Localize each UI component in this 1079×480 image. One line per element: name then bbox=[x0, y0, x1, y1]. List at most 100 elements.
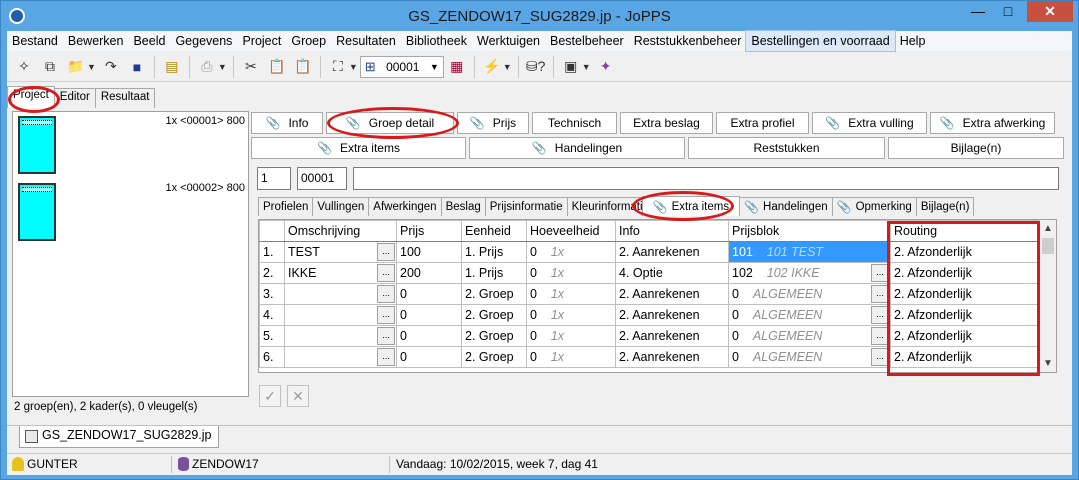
routing-cell[interactable]: 2. Afzonderlijk bbox=[890, 325, 1042, 347]
extra-vulling-button[interactable]: 📎 Extra vulling bbox=[812, 112, 927, 134]
group-index-field[interactable]: 1 bbox=[257, 167, 291, 190]
table-row[interactable]: 5.... 0 2. Groep 0 1x 2. Aanrekenen 0 ALGEMEE… bbox=[259, 325, 1042, 347]
document-tab[interactable]: GS_ZENDOW17_SUG2829.jp bbox=[19, 426, 219, 448]
ellipsis-button[interactable]: ... bbox=[871, 285, 889, 303]
paste-special-icon[interactable]: 📋 bbox=[292, 56, 314, 78]
eenheid-cell[interactable]: 1. Prijs bbox=[461, 241, 527, 263]
column-header-info[interactable]: Info bbox=[615, 220, 729, 242]
info-cell[interactable]: 2. Aanrekenen bbox=[615, 283, 729, 305]
menu-help[interactable]: Help bbox=[895, 31, 931, 51]
scroll-up-icon[interactable]: ▲ bbox=[1040, 220, 1056, 237]
copy-icon[interactable]: ⧉ bbox=[39, 56, 61, 78]
wizard-icon[interactable]: ✦ bbox=[595, 56, 617, 78]
save-icon[interactable]: ■ bbox=[126, 56, 148, 78]
tab-kleurinformatie[interactable]: Kleurinformatie bbox=[566, 197, 643, 216]
group-combo[interactable]: ⊞ 00001 ▼ bbox=[359, 55, 444, 78]
omschrijving-cell[interactable]: IKKE... bbox=[284, 262, 397, 284]
print-dropdown-icon[interactable]: ▼ bbox=[218, 62, 227, 72]
ellipsis-button[interactable]: ... bbox=[871, 348, 889, 366]
prijs-cell[interactable]: 0 bbox=[396, 283, 462, 305]
paste-icon[interactable]: 📋 bbox=[266, 56, 288, 78]
tab-prijsinformatie[interactable]: Prijsinformatie bbox=[484, 197, 568, 216]
column-header-eenheid[interactable]: Eenheid bbox=[461, 220, 527, 242]
routing-cell[interactable]: 2. Afzonderlijk bbox=[890, 346, 1042, 368]
menu-project[interactable]: Project bbox=[237, 31, 286, 51]
menu-groep[interactable]: Groep bbox=[286, 31, 331, 51]
menu-bibliotheek[interactable]: Bibliotheek bbox=[401, 31, 472, 51]
prijs-cell[interactable]: 0 bbox=[396, 304, 462, 326]
column-header-routing[interactable]: Routing bbox=[890, 220, 1042, 242]
tab-resultaat[interactable]: Resultaat bbox=[94, 88, 156, 108]
menu-gegevens[interactable]: Gegevens bbox=[170, 31, 237, 51]
tab-handelingen[interactable]: 📎 Handelingen bbox=[739, 197, 833, 216]
tab-vullingen[interactable]: Vullingen bbox=[312, 197, 370, 216]
hoeveelheid-cell[interactable]: 0 1x bbox=[526, 304, 616, 326]
groep-detail-button[interactable]: 📎 Groep detail bbox=[326, 112, 454, 134]
close-button[interactable]: ✕ bbox=[1027, 1, 1073, 22]
eenheid-cell[interactable]: 1. Prijs bbox=[461, 262, 527, 284]
eenheid-cell[interactable]: 2. Groep bbox=[461, 304, 527, 326]
calculate-dropdown-icon[interactable]: ▼ bbox=[503, 62, 512, 72]
open-folder-icon[interactable]: 📁 bbox=[65, 56, 87, 78]
scroll-down-icon[interactable]: ▼ bbox=[1040, 355, 1056, 372]
tab-bijlagen[interactable]: Bijlage(n) bbox=[915, 197, 975, 216]
table-row[interactable]: 6.... 0 2. Groep 0 1x 2. Aanrekenen 0 ALGEMEE… bbox=[259, 346, 1042, 368]
prijs-cell[interactable]: 0 bbox=[396, 325, 462, 347]
menu-resultaten[interactable]: Resultaten bbox=[331, 31, 401, 51]
hoeveelheid-cell[interactable]: 0 1x bbox=[526, 241, 616, 263]
menu-bewerken[interactable]: Bewerken bbox=[63, 31, 129, 51]
maximize-button[interactable]: □ bbox=[994, 1, 1022, 22]
group-description-field[interactable] bbox=[353, 167, 1059, 190]
ellipsis-button[interactable]: ... bbox=[377, 327, 395, 345]
omschrijving-cell[interactable]: ... bbox=[284, 304, 397, 326]
bijlagen-button[interactable]: Bijlage(n) bbox=[888, 137, 1064, 159]
reststukken-button[interactable]: Reststukken bbox=[688, 137, 885, 159]
info-button[interactable]: 📎 Info bbox=[251, 112, 323, 134]
handelingen-button[interactable]: 📎 Handelingen bbox=[469, 137, 685, 159]
tab-afwerkingen[interactable]: Afwerkingen bbox=[368, 197, 442, 216]
ellipsis-button[interactable]: ... bbox=[377, 264, 395, 282]
vertical-scrollbar[interactable]: ▲ ▼ bbox=[1039, 220, 1056, 372]
prijsblok-cell[interactable]: 0 ALGEMEEN... bbox=[728, 283, 891, 305]
scrollbar-thumb[interactable] bbox=[1042, 238, 1054, 254]
eenheid-cell[interactable]: 2. Groep bbox=[461, 283, 527, 305]
menu-bestellingen-en-voorraad[interactable]: Bestellingen en voorraad bbox=[745, 30, 896, 52]
menu-reststukkenbeheer[interactable]: Reststukkenbeheer bbox=[629, 31, 747, 51]
tab-extra-items[interactable]: 📎 Extra items bbox=[641, 196, 741, 216]
routing-cell[interactable]: 2. Afzonderlijk bbox=[890, 304, 1042, 326]
routing-cell[interactable]: 2. Afzonderlijk bbox=[890, 283, 1042, 305]
info-cell[interactable]: 2. Aanrekenen bbox=[615, 241, 729, 263]
omschrijving-cell[interactable]: ... bbox=[284, 325, 397, 347]
display-dropdown-icon[interactable]: ▼ bbox=[582, 62, 591, 72]
list-item[interactable]: 1x <00002> 800 bbox=[13, 179, 248, 246]
groups-overview-icon[interactable]: ▦ bbox=[446, 56, 468, 78]
column-header-omschrijving[interactable]: Omschrijving bbox=[284, 220, 397, 242]
tab-opmerking[interactable]: 📎 Opmerking bbox=[831, 197, 917, 216]
technisch-button[interactable]: Technisch bbox=[532, 112, 617, 134]
hoeveelheid-cell[interactable]: 0 1x bbox=[526, 346, 616, 368]
column-header-prijsblok[interactable]: Prijsblok bbox=[728, 220, 891, 242]
eenheid-cell[interactable]: 2. Groep bbox=[461, 346, 527, 368]
minimize-button[interactable]: — bbox=[964, 1, 992, 22]
prijs-button[interactable]: 📎 Prijs bbox=[457, 112, 529, 134]
confirm-check-icon[interactable]: ✓ bbox=[259, 385, 281, 407]
import-icon[interactable]: ↷ bbox=[100, 56, 122, 78]
print-preview-icon[interactable]: ▤ bbox=[161, 56, 183, 78]
tab-profielen[interactable]: Profielen bbox=[258, 197, 314, 216]
tab-beslag[interactable]: Beslag bbox=[440, 197, 486, 216]
menu-bestand[interactable]: Bestand bbox=[7, 31, 63, 51]
ellipsis-button[interactable]: ... bbox=[871, 327, 889, 345]
table-row[interactable]: 2. IKKE... 200 1. Prijs 0 1x 4. Optie 102 102 … bbox=[259, 262, 1042, 284]
table-row[interactable]: 4.... 0 2. Groep 0 1x 2. Aanrekenen 0 ALGEMEE… bbox=[259, 304, 1042, 326]
column-header-hoeveelheid[interactable]: Hoeveelheid bbox=[526, 220, 616, 242]
prijs-cell[interactable]: 200 bbox=[396, 262, 462, 284]
extra-beslag-button[interactable]: Extra beslag bbox=[620, 112, 713, 134]
database-query-icon[interactable]: ⛁? bbox=[525, 56, 547, 78]
select-dropdown-icon[interactable]: ▼ bbox=[349, 62, 358, 72]
routing-cell[interactable]: 2. Afzonderlijk bbox=[890, 262, 1042, 284]
menu-werktuigen[interactable]: Werktuigen bbox=[472, 31, 545, 51]
ellipsis-button[interactable]: ... bbox=[377, 285, 395, 303]
info-cell[interactable]: 2. Aanrekenen bbox=[615, 346, 729, 368]
routing-cell[interactable]: 2. Afzonderlijk bbox=[890, 241, 1042, 263]
menu-bestelbeheer[interactable]: Bestelbeheer bbox=[545, 31, 629, 51]
